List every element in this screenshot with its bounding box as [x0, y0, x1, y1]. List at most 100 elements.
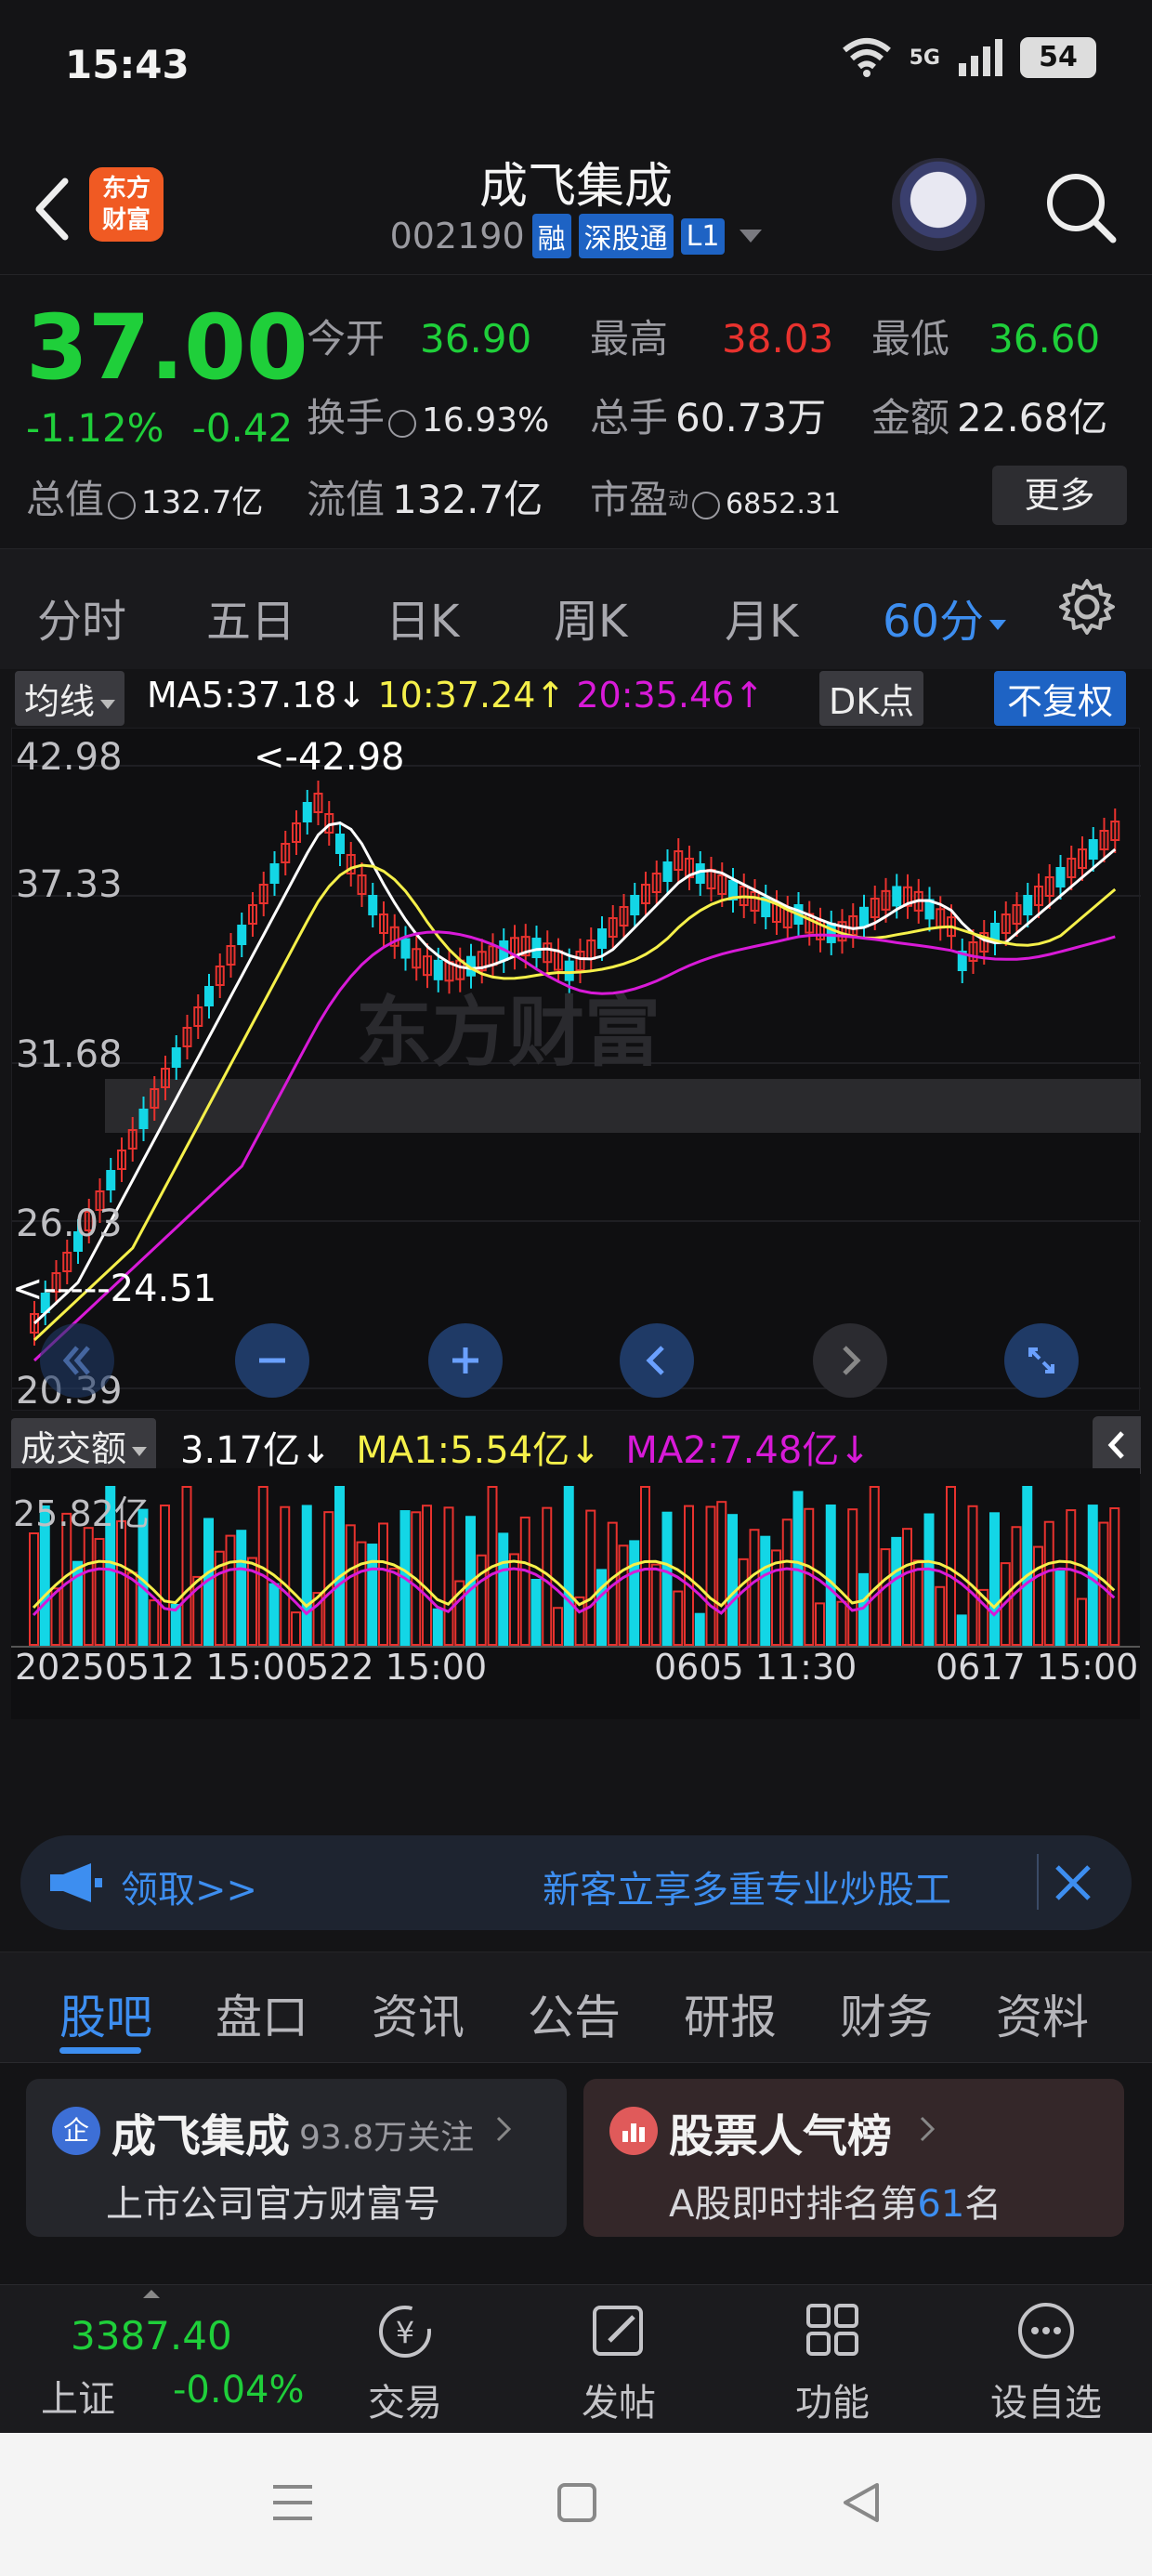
- x-label-2: 522 15:00: [307, 1647, 488, 1688]
- collapse-panel-button[interactable]: [1093, 1416, 1141, 1474]
- volume-bar: [640, 1486, 650, 1646]
- tab-intraday[interactable]: 分时: [37, 585, 126, 650]
- zoom-in-button[interactable]: [428, 1323, 503, 1398]
- change-percent: -1.12%: [26, 405, 164, 451]
- info-icon[interactable]: [692, 491, 721, 519]
- chevron-up-icon[interactable]: [139, 2287, 164, 2300]
- tab-research[interactable]: 研报: [684, 1980, 777, 2047]
- tab-announcements[interactable]: 公告: [528, 1980, 621, 2047]
- expand-icon: [1028, 1347, 1054, 1373]
- candle-body: [237, 925, 247, 945]
- volume-bar: [378, 1522, 388, 1647]
- close-icon[interactable]: [1052, 1861, 1094, 1904]
- volume-bar: [498, 1532, 509, 1646]
- pe-field: 市盈动 6852.31: [590, 477, 842, 522]
- tab-five-day[interactable]: 五日: [206, 585, 295, 650]
- ma-indicator-bar: 均线 MA5:37.18↓ 10:37.24↑ 20:35.46↑ DK点 不复…: [0, 667, 1152, 728]
- tab-orderbook[interactable]: 盘口: [216, 1980, 308, 2047]
- volume-bar: [956, 1614, 967, 1646]
- info-icon[interactable]: [108, 491, 137, 519]
- volume-bar: [596, 1569, 607, 1646]
- back-icon[interactable]: [838, 2479, 884, 2526]
- tab-financials[interactable]: 财务: [840, 1980, 933, 2047]
- low-marker: <-----24.51: [12, 1268, 217, 1310]
- volume-bar: [1054, 1570, 1066, 1646]
- robot-assistant-icon[interactable]: [892, 158, 985, 251]
- volume-bar: [29, 1532, 39, 1646]
- candle-body: [138, 1109, 149, 1129]
- banner-left-text[interactable]: 领取>>: [121, 1860, 257, 1913]
- company-card-subtitle: 上市公司官方财富号: [106, 2183, 440, 2226]
- nav-post[interactable]: 发帖: [544, 2298, 693, 2426]
- pan-left-button[interactable]: [620, 1323, 694, 1398]
- pan-right-button[interactable]: [813, 1323, 887, 1398]
- tab-daily-k[interactable]: 日K: [386, 585, 459, 650]
- dk-point-toggle[interactable]: DK点: [819, 671, 924, 726]
- tab-profile[interactable]: 资料: [996, 1980, 1089, 2047]
- home-icon[interactable]: [556, 2481, 598, 2524]
- high-marker: <-42.98: [254, 736, 405, 779]
- volume-bar: [280, 1505, 291, 1646]
- company-card-title: 成飞集成: [111, 2110, 291, 2162]
- index-change[interactable]: -0.04%: [173, 2369, 305, 2412]
- tab-weekly-k[interactable]: 周K: [554, 585, 627, 650]
- nav-functions[interactable]: 功能: [758, 2298, 907, 2426]
- candle-body: [368, 895, 378, 915]
- volume-bar: [880, 1548, 891, 1646]
- volume-bar: [1077, 1597, 1087, 1646]
- fullscreen-button[interactable]: [1004, 1323, 1079, 1398]
- volume-bar: [356, 1541, 367, 1646]
- search-icon[interactable]: [1041, 167, 1119, 246]
- follower-count: 93.8万关注: [299, 2119, 475, 2157]
- tag-margin: 融: [531, 214, 571, 258]
- nav-add-watchlist[interactable]: 设自选: [972, 2298, 1120, 2426]
- adjust-mode-button[interactable]: 不复权: [994, 671, 1127, 726]
- tab-forum[interactable]: 股吧: [59, 1980, 152, 2047]
- stock-code: 002190: [389, 216, 525, 256]
- candle-body: [400, 938, 411, 959]
- volume-bar: [946, 1486, 956, 1646]
- plus-icon: [452, 1347, 478, 1373]
- volume-bar: [727, 1514, 738, 1646]
- promo-banner[interactable]: 领取>> 新客立享多重专业炒股工: [20, 1835, 1132, 1930]
- banner-right-text[interactable]: 新客立享多重专业炒股工: [543, 1860, 951, 1913]
- gear-icon[interactable]: [1057, 577, 1117, 637]
- volume-selector[interactable]: 成交额: [11, 1418, 157, 1473]
- candle-body: [892, 886, 902, 907]
- index-value[interactable]: 3387.40: [71, 2313, 232, 2359]
- turnover-field: 换手 16.93%: [307, 395, 550, 440]
- volume-bar: [149, 1599, 160, 1646]
- company-account-card[interactable]: 企 成飞集成 93.8万关注 上市公司官方财富号: [26, 2079, 567, 2237]
- volume-bar: [749, 1529, 760, 1646]
- tab-monthly-k[interactable]: 月K: [725, 585, 798, 650]
- kline-chart[interactable]: 东方财富 42.98 37.33 31.68 26.03 20.39 <-42.…: [11, 728, 1141, 1413]
- period-tabs: 分时 五日 日K 周K 月K 60分: [0, 548, 1152, 669]
- chevron-right-icon: [843, 1346, 861, 1375]
- banner-divider: [1037, 1854, 1039, 1910]
- popularity-card[interactable]: 股票人气榜 A股即时排名第61名: [583, 2079, 1124, 2237]
- scroll-start-button[interactable]: [40, 1323, 114, 1398]
- volume-bar: [83, 1527, 94, 1646]
- volume-chart[interactable]: 25.82亿 20250512 15:00 522 15:00 0605 11:…: [11, 1468, 1140, 1719]
- nav-trade[interactable]: ¥ 交易: [331, 2298, 479, 2426]
- volume-bar: [694, 1612, 705, 1646]
- chevron-down-icon: [740, 230, 763, 243]
- active-tab-indicator: [59, 2047, 141, 2054]
- more-circle-icon: [1018, 2303, 1074, 2359]
- ma-selector[interactable]: 均线: [15, 671, 125, 726]
- tab-60min[interactable]: 60分: [883, 585, 1007, 650]
- double-left-icon: [62, 1346, 90, 1375]
- tab-news[interactable]: 资讯: [372, 1980, 465, 2047]
- candle-body: [1055, 867, 1066, 887]
- info-icon[interactable]: [388, 409, 417, 438]
- menu-icon[interactable]: [269, 2481, 316, 2524]
- volume-values: 3.17亿↓ MA1:5.54亿↓ MA2:7.48亿↓: [180, 1429, 871, 1472]
- change-row: -1.12% -0.42: [26, 405, 293, 451]
- zoom-out-button[interactable]: [235, 1323, 309, 1398]
- more-button[interactable]: 更多: [992, 466, 1127, 525]
- volume-bar: [629, 1540, 640, 1646]
- volume-bar: [1043, 1520, 1054, 1647]
- y-label-1: 42.98: [16, 736, 123, 779]
- volume-bar: [661, 1511, 673, 1646]
- index-name[interactable]: 上证: [41, 2369, 115, 2423]
